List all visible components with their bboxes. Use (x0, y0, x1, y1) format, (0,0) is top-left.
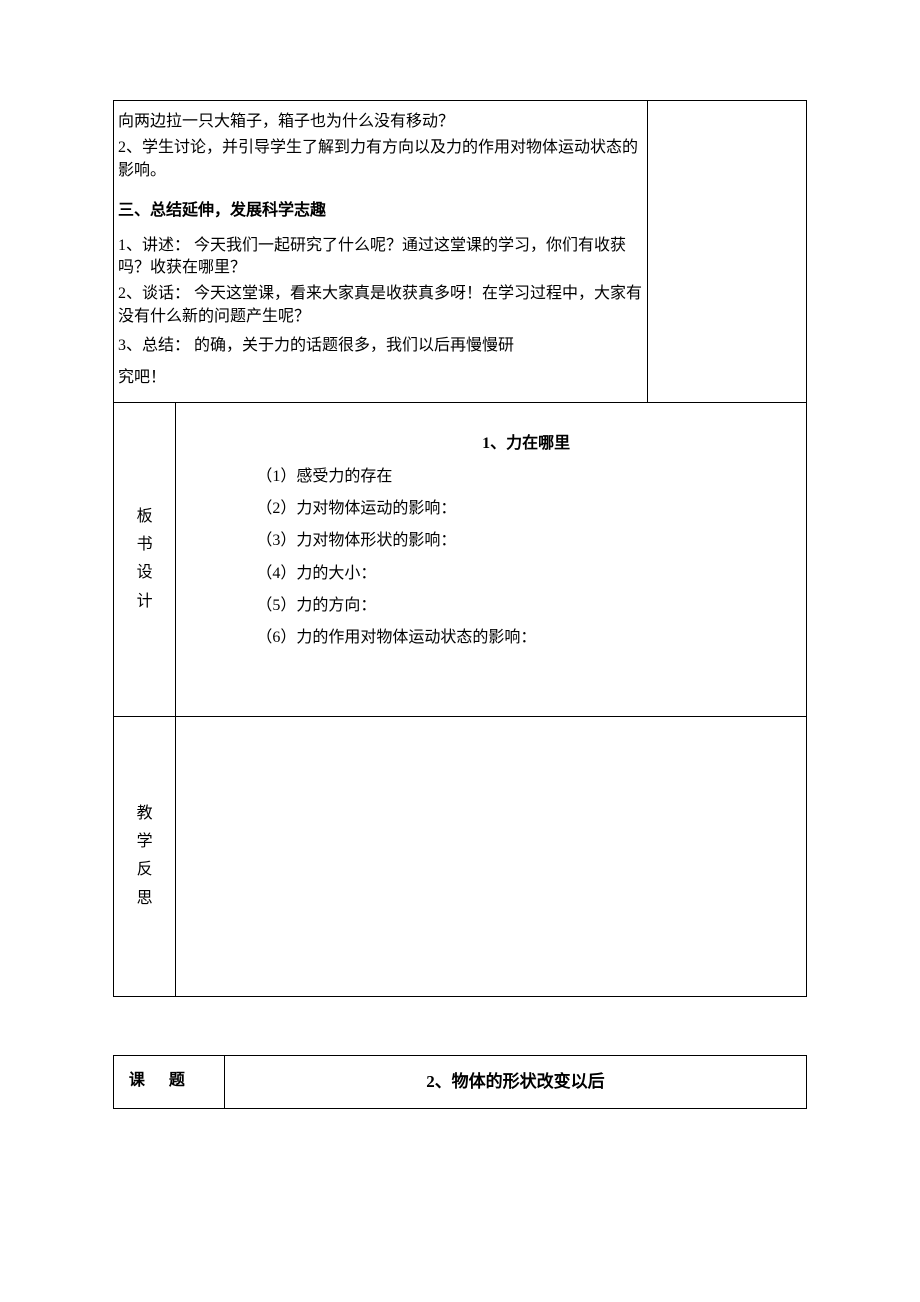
design-item: （3）力对物体形状的影响： (256, 530, 796, 552)
notes-cell (647, 101, 806, 403)
teaching-reflection-content (176, 716, 807, 996)
question-2: 2、谈话： 今天这堂课，看来大家真是收获真多呀！在学习过程中，大家有没有什么新的… (118, 283, 643, 328)
content-row: 向两边拉一只大箱子，箱子也为什么没有移动？ 2、学生讨论，并引导学生了解到力有方… (114, 101, 807, 403)
intro-line-2: 2、学生讨论，并引导学生了解到力有方向以及力的作用对物体运动状态的影响。 (118, 137, 643, 182)
design-item: （4）力的大小： (256, 563, 796, 585)
label-char: 学 (118, 831, 171, 853)
design-item: （2）力对物体运动的影响： (256, 498, 796, 520)
question-3a: 3、总结： 的确，关于力的话题很多，我们以后再慢慢研 (118, 332, 643, 360)
label-char: 设 (118, 562, 171, 584)
question-3b: 究吧！ (118, 364, 643, 392)
board-design-label: 板 书 设 计 (114, 403, 176, 717)
topic-row: 课题 2、物体的形状改变以后 (114, 1055, 807, 1108)
label-char: 板 (118, 506, 171, 528)
board-design-row: 板 书 设 计 1、力在哪里 （1）感受力的存在 （2）力对物体运动的影响： （… (114, 403, 807, 717)
lesson-content-cell: 向两边拉一只大箱子，箱子也为什么没有移动？ 2、学生讨论，并引导学生了解到力有方… (114, 101, 648, 403)
intro-line-1: 向两边拉一只大箱子，箱子也为什么没有移动？ (118, 111, 643, 133)
label-char: 思 (118, 888, 171, 910)
design-item: （6）力的作用对物体运动状态的影响： (256, 627, 796, 649)
label-char: 书 (118, 534, 171, 556)
label-char: 教 (118, 803, 171, 825)
teaching-reflection-row: 教 学 反 思 (114, 716, 807, 996)
question-1: 1、讲述： 今天我们一起研究了什么呢？通过这堂课的学习，你们有收获吗？收获在哪里… (118, 235, 643, 280)
label-char: 计 (118, 591, 171, 613)
label-char: 反 (118, 859, 171, 881)
main-table: 向两边拉一只大箱子，箱子也为什么没有移动？ 2、学生讨论，并引导学生了解到力有方… (113, 100, 807, 997)
section-heading: 三、总结延伸，发展科学志趣 (118, 200, 643, 222)
topic-table: 课题 2、物体的形状改变以后 (113, 1055, 807, 1109)
topic-label: 课题 (114, 1055, 225, 1108)
board-design-content: 1、力在哪里 （1）感受力的存在 （2）力对物体运动的影响： （3）力对物体形状… (176, 403, 807, 717)
design-title: 1、力在哪里 (256, 433, 796, 455)
teaching-reflection-label: 教 学 反 思 (114, 716, 176, 996)
design-item: （5）力的方向： (256, 595, 796, 617)
topic-title: 2、物体的形状改变以后 (224, 1055, 806, 1108)
design-item: （1）感受力的存在 (256, 466, 796, 488)
